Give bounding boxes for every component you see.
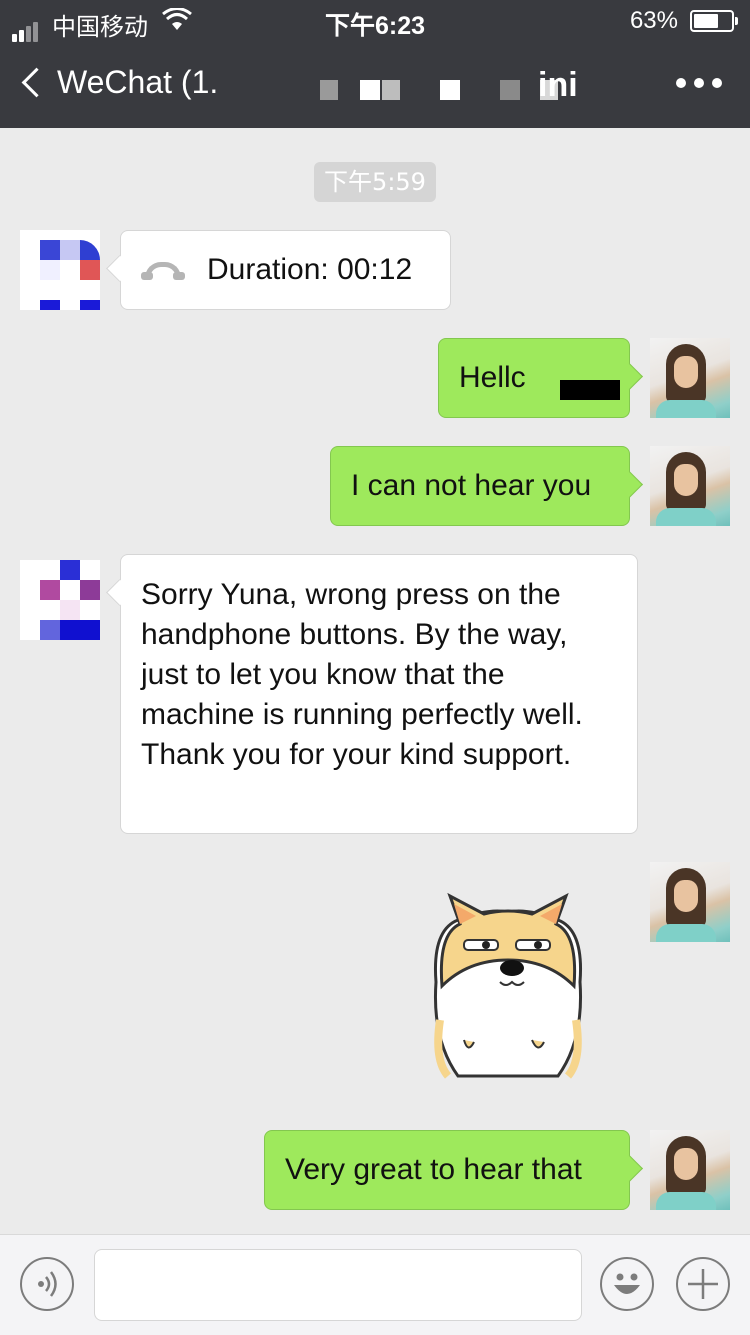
emoji-button[interactable] (600, 1257, 654, 1311)
battery-percent: 63% (629, 7, 678, 34)
message-timestamp: 下午5:59 (314, 162, 436, 202)
chat-title-fragment: ini (538, 66, 578, 104)
shiba-dog-sticker[interactable] (428, 890, 588, 1086)
self-avatar[interactable] (650, 862, 730, 942)
message-text: Hellc (459, 361, 526, 394)
incoming-message[interactable]: Sorry Yuna, wrong press on the handphone… (120, 554, 638, 834)
message-text: Sorry Yuna, wrong press on the handphone… (141, 578, 583, 771)
outgoing-message[interactable]: Very great to hear that (264, 1130, 630, 1210)
back-button[interactable]: WeChat (1. (20, 64, 218, 101)
emoji-icon (614, 1273, 640, 1294)
nav-bar: WeChat (1. ini (0, 52, 750, 116)
call-duration-message[interactable]: Duration: 00:12 (120, 230, 451, 310)
message-input[interactable] (94, 1249, 582, 1321)
outgoing-message[interactable]: Hellc (438, 338, 630, 418)
plus-button[interactable] (676, 1257, 730, 1311)
top-bar: 中国移动 下午6:23 63% WeChat (1. ini (0, 0, 750, 128)
phone-hangup-icon (141, 260, 185, 280)
message-text: I can not hear you (351, 469, 592, 502)
back-chevron-icon (21, 67, 52, 98)
voice-button[interactable] (20, 1257, 74, 1311)
voice-icon (38, 1271, 57, 1297)
contact-avatar[interactable] (20, 560, 100, 640)
status-bar: 中国移动 下午6:23 63% (0, 0, 750, 42)
more-icon[interactable] (676, 78, 722, 88)
plus-icon (688, 1269, 718, 1299)
self-avatar[interactable] (650, 446, 730, 526)
contact-avatar[interactable] (20, 230, 100, 310)
redaction-bar (560, 380, 620, 400)
outgoing-message[interactable]: I can not hear you (330, 446, 630, 526)
self-avatar[interactable] (650, 338, 730, 418)
chat-title-redacted: ini (318, 66, 608, 104)
battery-icon (690, 10, 738, 32)
input-bar (0, 1234, 750, 1335)
message-text: Very great to hear that (285, 1153, 582, 1186)
back-label: WeChat (1. (57, 64, 219, 100)
self-avatar[interactable] (650, 1130, 730, 1210)
message-text: Duration: 00:12 (207, 253, 413, 286)
